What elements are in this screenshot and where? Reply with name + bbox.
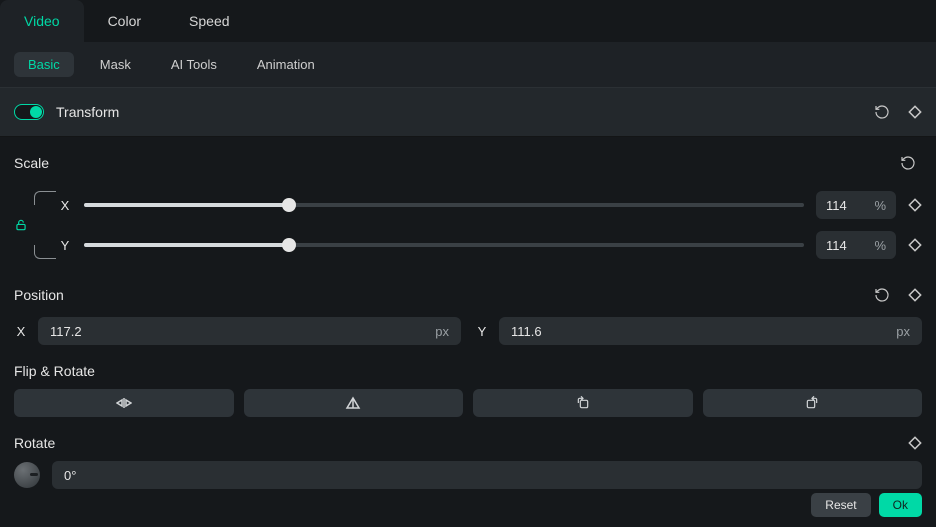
diamond-icon [908,198,922,212]
scale-label: Scale [14,155,882,171]
sub-tab-basic[interactable]: Basic [14,52,74,77]
ok-button[interactable]: Ok [879,493,922,517]
slider-thumb[interactable] [282,238,296,252]
position-label: Position [14,287,856,303]
reset-icon [874,287,890,303]
scale-y-value: 114 [826,238,847,253]
position-inputs-row: X 117.2 px Y 111.6 px [14,317,922,345]
position-keyframe-button[interactable] [908,288,922,302]
sub-tab-mask[interactable]: Mask [86,52,145,77]
footer: Reset Ok [811,493,922,517]
tab-color[interactable]: Color [84,0,165,42]
transform-toggle[interactable] [14,104,44,120]
rotate-dial[interactable] [14,462,40,488]
reset-button[interactable]: Reset [811,493,870,517]
bracket-icon [34,191,56,205]
rotate-label: Rotate [14,435,896,451]
ok-label: Ok [893,498,908,512]
flip-horizontal-button[interactable] [14,389,234,417]
scale-x-row: X 114 % [28,185,922,225]
rotate-row: 0° [14,461,922,489]
sub-tab-label: AI Tools [171,57,217,72]
rotate-value: 0° [64,468,76,483]
position-y-label: Y [475,324,489,339]
tab-label: Speed [189,13,229,29]
scale-x-slider[interactable] [84,203,804,207]
slider-thumb[interactable] [282,198,296,212]
diamond-icon [908,238,922,252]
tab-speed[interactable]: Speed [165,0,253,42]
toggle-knob [30,106,42,118]
position-x-value: 117.2 [50,324,82,339]
scale-reset-button[interactable] [894,151,922,175]
sub-tab-label: Mask [100,57,131,72]
rotate-input[interactable]: 0° [52,461,922,489]
flip-vertical-icon [345,396,361,410]
rotate-cw-icon [804,395,820,411]
top-tabs: Video Color Speed [0,0,936,42]
position-row-header: Position [14,283,922,307]
transform-reset-button[interactable] [868,100,896,124]
scale-y-unit: % [874,238,886,253]
bracket-icon [34,245,56,259]
diamond-icon [908,105,922,119]
sub-tab-label: Basic [28,57,60,72]
position-x-field: X 117.2 px [14,317,461,345]
rotate-header: Rotate [14,435,922,451]
slider-fill [84,243,289,247]
scale-x-unit: % [874,198,886,213]
transform-keyframe-button[interactable] [908,105,922,119]
scale-row-header: Scale [14,151,922,175]
position-y-input[interactable]: 111.6 px [499,317,922,345]
scale-slider-group: X 114 % Y 114 % [14,185,922,265]
scale-y-keyframe-button[interactable] [908,238,922,252]
rotate-keyframe-button[interactable] [908,436,922,450]
scale-x-label: X [58,198,72,213]
rotate-cw-button[interactable] [703,389,923,417]
slider-fill [84,203,289,207]
sub-tabs: Basic Mask AI Tools Animation [0,42,936,87]
scale-y-slider[interactable] [84,243,804,247]
flip-rotate-label: Flip & Rotate [14,363,922,379]
flip-vertical-button[interactable] [244,389,464,417]
sub-tab-label: Animation [257,57,315,72]
tab-label: Color [108,13,141,29]
scale-link-lock-icon[interactable] [14,218,28,232]
scale-x-keyframe-button[interactable] [908,198,922,212]
diamond-icon [908,436,922,450]
transform-title: Transform [56,104,856,120]
position-x-input[interactable]: 117.2 px [38,317,461,345]
tab-label: Video [24,13,60,29]
sub-tab-animation[interactable]: Animation [243,52,329,77]
position-x-unit: px [435,324,449,339]
scale-y-label: Y [58,238,72,253]
position-y-unit: px [896,324,910,339]
rotate-ccw-button[interactable] [473,389,693,417]
rotate-ccw-icon [575,395,591,411]
flip-horizontal-icon [116,396,132,410]
transform-header: Transform [0,87,936,137]
flip-rotate-header: Flip & Rotate [14,363,922,379]
scale-x-value: 114 [826,198,847,213]
scale-y-value-input[interactable]: 114 % [816,231,896,259]
position-x-label: X [14,324,28,339]
sub-tab-ai-tools[interactable]: AI Tools [157,52,231,77]
flip-rotate-buttons [14,389,922,417]
reset-icon [900,155,916,171]
position-y-value: 111.6 [511,324,542,339]
scale-x-value-input[interactable]: 114 % [816,191,896,219]
tab-video[interactable]: Video [0,0,84,42]
diamond-icon [908,288,922,302]
position-y-field: Y 111.6 px [475,317,922,345]
reset-label: Reset [825,498,856,512]
reset-icon [874,104,890,120]
transform-content: Scale X 114 % Y [0,137,936,503]
position-reset-button[interactable] [868,283,896,307]
scale-y-row: Y 114 % [28,225,922,265]
